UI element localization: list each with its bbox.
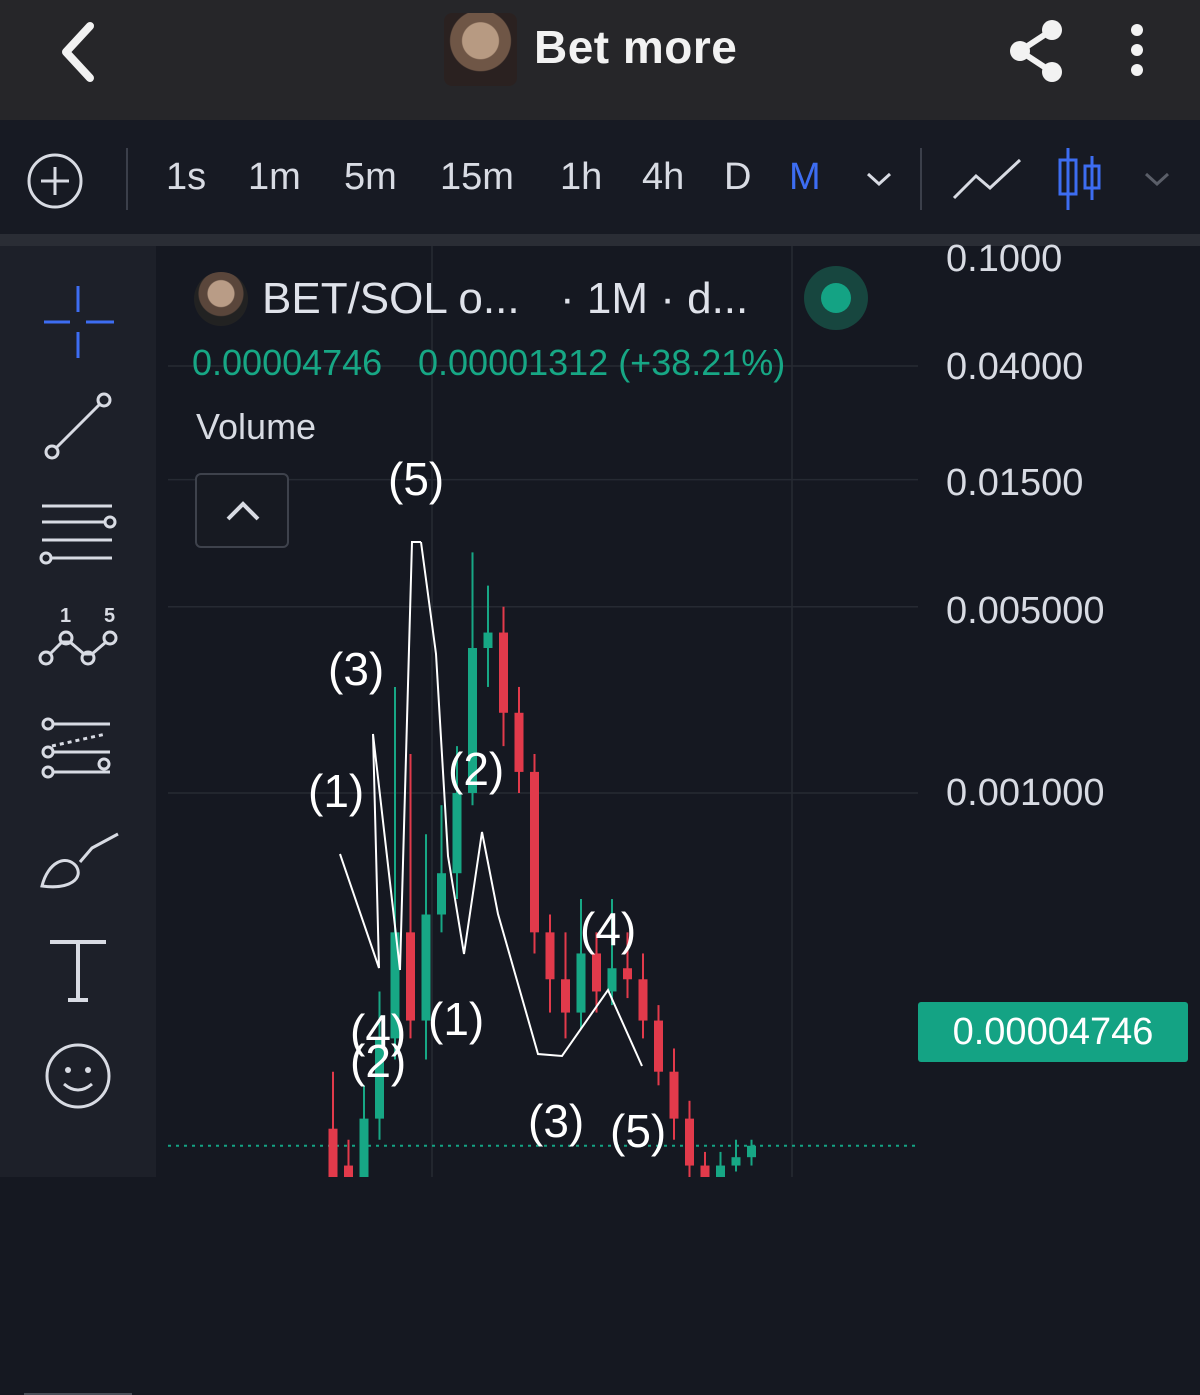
y-axis-label: 0.005000 — [946, 590, 1105, 632]
candle-body — [328, 1128, 338, 1177]
horizontal-lines-icon[interactable] — [30, 496, 126, 580]
share-icon[interactable] — [1006, 16, 1072, 86]
trend-line-icon[interactable] — [30, 386, 126, 470]
y-axis-label: 0.001000 — [946, 772, 1105, 814]
candle-body — [344, 1165, 353, 1177]
more-vertical-icon[interactable] — [1120, 22, 1154, 82]
candle-body — [654, 1020, 663, 1072]
candle-body — [437, 873, 446, 915]
candle-body — [716, 1165, 725, 1177]
svg-text:5: 5 — [104, 605, 115, 627]
interval-d[interactable]: D — [724, 156, 751, 199]
brush-icon[interactable] — [30, 826, 126, 910]
wave-label[interactable]: (2) — [448, 742, 504, 796]
candle-body — [669, 1071, 679, 1119]
wave-label[interactable]: (3) — [328, 642, 384, 696]
candle-body — [638, 979, 648, 1021]
symbol-name[interactable]: BET/SOL o... — [262, 274, 520, 324]
candle-body — [452, 793, 462, 874]
y-axis-label: 0.04000 — [946, 346, 1084, 388]
candle-body — [576, 953, 586, 1013]
candle-body — [623, 968, 632, 980]
toolbar-divider — [920, 148, 922, 210]
current-price-tag: 0.00004746 — [918, 1002, 1188, 1062]
candle-body — [406, 932, 415, 1021]
y-axis-label: 0.1000 — [946, 238, 1063, 280]
wave-label[interactable]: (5) — [388, 452, 444, 506]
toolbar-divider — [126, 148, 128, 210]
candle-body — [545, 932, 555, 980]
wave-label[interactable]: (3) — [528, 1094, 584, 1148]
candle-body — [499, 632, 508, 713]
app-header: Bet more — [0, 0, 1200, 120]
wave-label[interactable]: (2) — [350, 1034, 406, 1088]
candle-body — [530, 771, 539, 933]
price-change: 0.00001312 (+38.21%) — [418, 342, 786, 383]
chart-toolbar: 1s 1m 5m 15m 1h 4h D M — [0, 120, 1200, 234]
interval-m[interactable]: M — [789, 156, 821, 199]
interval-4h[interactable]: 4h — [642, 156, 684, 199]
interval-1h[interactable]: 1h — [560, 156, 602, 199]
wave-label[interactable]: (1) — [428, 992, 484, 1046]
candle-body — [359, 1118, 369, 1177]
drawing-tools-sidebar: 1 5 — [0, 246, 156, 1395]
candle-body — [483, 632, 493, 649]
candle-body — [700, 1165, 710, 1177]
candle-body — [747, 1145, 756, 1158]
channel-avatar[interactable] — [444, 13, 517, 86]
chevron-down-icon[interactable] — [864, 168, 894, 190]
candle-body — [514, 712, 524, 772]
wave-label[interactable]: (1) — [308, 764, 364, 818]
symbol-avatar — [194, 272, 248, 326]
crosshair-icon[interactable] — [30, 280, 126, 364]
chevron-left-icon[interactable] — [52, 18, 112, 88]
text-tool-icon[interactable] — [30, 930, 126, 1014]
collapse-indicators-button[interactable] — [195, 473, 289, 548]
symbol-period: · 1M · d... — [560, 274, 749, 323]
candle-body — [731, 1157, 741, 1166]
page-title: Bet more — [534, 21, 738, 73]
chevron-up-icon — [226, 501, 260, 521]
wave-pattern-icon[interactable]: 1 5 — [30, 596, 126, 680]
wave-label[interactable]: (5) — [610, 1104, 666, 1158]
fib-channel-icon[interactable] — [30, 712, 126, 796]
wave-label[interactable]: (4) — [580, 902, 636, 956]
interval-5m[interactable]: 5m — [344, 156, 397, 199]
last-price: 0.00004746 — [192, 342, 383, 383]
emoji-icon[interactable] — [30, 1036, 126, 1120]
candle-body — [592, 953, 601, 992]
candle-body — [685, 1118, 694, 1166]
chevron-down-icon[interactable] — [1142, 168, 1172, 190]
market-status-indicator — [804, 266, 868, 330]
volume-indicator-label: Volume — [196, 406, 317, 447]
candle-body — [561, 979, 570, 1013]
interval-1s[interactable]: 1s — [166, 156, 206, 199]
y-axis-label: 0.01500 — [946, 462, 1084, 504]
interval-15m[interactable]: 15m — [440, 156, 514, 199]
candle-body — [607, 968, 617, 992]
candlestick-icon[interactable] — [1054, 146, 1104, 212]
add-circle-icon[interactable] — [26, 152, 84, 210]
line-chart-icon[interactable] — [950, 154, 1024, 204]
interval-1m[interactable]: 1m — [248, 156, 301, 199]
svg-text:1: 1 — [60, 605, 71, 627]
